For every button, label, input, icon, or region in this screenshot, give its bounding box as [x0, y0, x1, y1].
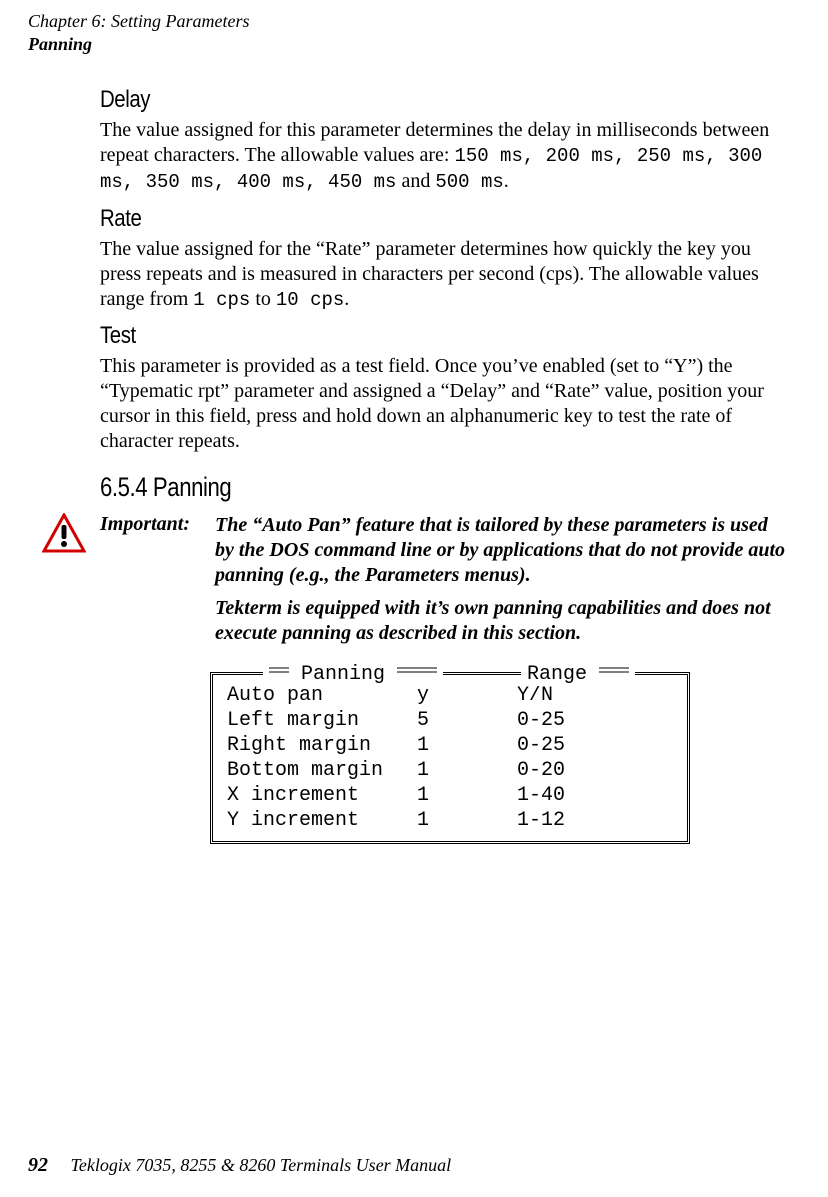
heading-delay: Delay	[100, 86, 687, 114]
rate-body: The value assigned for the “Rate” parame…	[100, 237, 790, 313]
table-row: Right margin 1 0-25	[227, 733, 673, 758]
param-value: 5	[417, 708, 517, 733]
param-range: 0-25	[517, 708, 673, 733]
table-row: Bottom margin 1 0-20	[227, 758, 673, 783]
important-label: Important:	[100, 513, 215, 654]
param-range: 1-40	[517, 783, 673, 808]
table-row: Auto pan y Y/N	[227, 683, 673, 708]
panel-title: Panning	[263, 663, 443, 686]
running-header: Chapter 6: Setting Parameters Panning	[28, 10, 249, 55]
param-name: X increment	[227, 783, 417, 808]
param-name: Bottom margin	[227, 758, 417, 783]
panel-range-title-text: Range	[527, 663, 587, 686]
heading-rate: Rate	[100, 205, 687, 233]
rate-suffix: .	[344, 288, 349, 310]
caution-icon	[42, 513, 86, 654]
chapter-label: Chapter 6: Setting Parameters	[28, 10, 249, 33]
param-name: Left margin	[227, 708, 417, 733]
delay-mid: and	[396, 170, 435, 192]
param-range: 0-20	[517, 758, 673, 783]
decor-line-right	[397, 667, 437, 673]
panel-range-title: Range	[521, 663, 635, 686]
rate-mid: to	[250, 288, 276, 310]
param-value: 1	[417, 808, 517, 833]
decor-line-range	[599, 667, 629, 673]
important-note: Important: The “Auto Pan” feature that i…	[100, 513, 790, 654]
important-p2: Tekterm is equipped with it’s own pannin…	[215, 596, 790, 646]
param-range: Y/N	[517, 683, 673, 708]
table-row: X increment 1 1-40	[227, 783, 673, 808]
param-range: 1-12	[517, 808, 673, 833]
param-value: 1	[417, 758, 517, 783]
panel-title-text: Panning	[301, 663, 385, 686]
param-name: Right margin	[227, 733, 417, 758]
page-content: Delay The value assigned for this parame…	[100, 78, 790, 844]
param-range: 0-25	[517, 733, 673, 758]
delay-suffix: .	[504, 170, 509, 192]
decor-line-left	[269, 667, 289, 673]
page-number: 92	[28, 1154, 48, 1176]
delay-values-2: 500 ms	[435, 171, 503, 193]
param-value: 1	[417, 733, 517, 758]
table-row: Left margin 5 0-25	[227, 708, 673, 733]
important-text: The “Auto Pan” feature that is tailored …	[215, 513, 790, 654]
page-footer: 92 Teklogix 7035, 8255 & 8260 Terminals …	[28, 1154, 451, 1177]
table-row: Y increment 1 1-12	[227, 808, 673, 833]
param-name: Y increment	[227, 808, 417, 833]
heading-test: Test	[100, 322, 687, 350]
param-value: y	[417, 683, 517, 708]
panning-panel: Panning Range Auto pan y Y/N Left margin…	[210, 672, 690, 844]
delay-body: The value assigned for this parameter de…	[100, 118, 790, 195]
heading-panning: 6.5.4 Panning	[100, 472, 666, 503]
section-label: Panning	[28, 33, 249, 56]
test-body: This parameter is provided as a test fie…	[100, 354, 790, 454]
param-value: 1	[417, 783, 517, 808]
manual-title: Teklogix 7035, 8255 & 8260 Terminals Use…	[71, 1155, 452, 1175]
rate-max: 10 cps	[276, 289, 344, 311]
rate-min: 1 cps	[193, 289, 250, 311]
important-p1: The “Auto Pan” feature that is tailored …	[215, 513, 790, 588]
param-name: Auto pan	[227, 683, 417, 708]
